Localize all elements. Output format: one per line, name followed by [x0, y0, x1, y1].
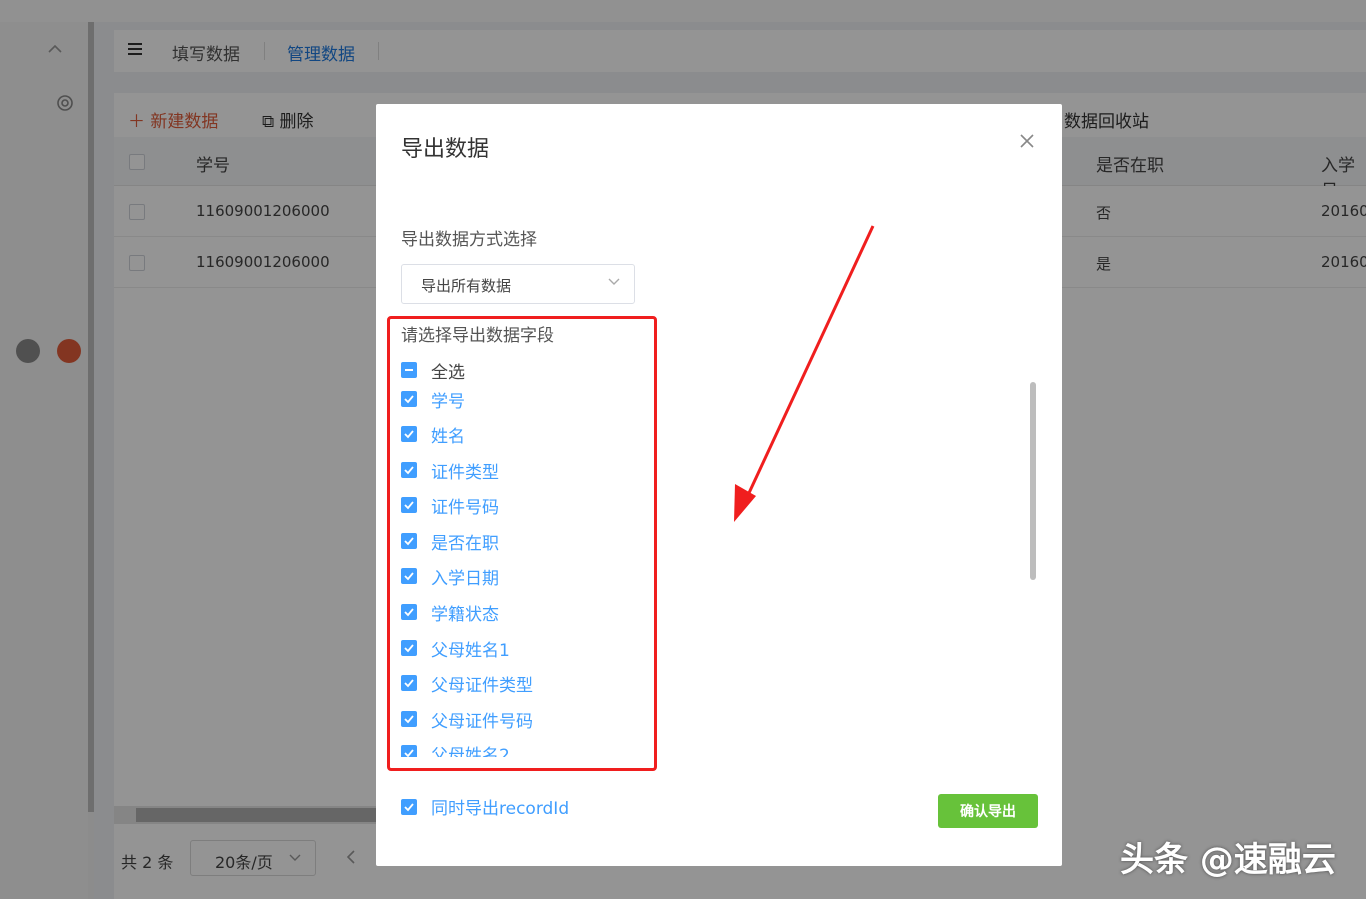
confirm-export-button[interactable]: 确认导出 [938, 794, 1038, 828]
annotation-arrow-icon [734, 225, 875, 522]
export-method-select[interactable]: 导出所有数据 [401, 264, 635, 304]
record-id-label: 同时导出recordId [431, 799, 570, 819]
export-method-value: 导出所有数据 [421, 277, 512, 295]
chevron-down-icon [608, 278, 620, 285]
close-icon[interactable] [1018, 132, 1036, 150]
watermark: 头条 @速融云 [1120, 840, 1336, 880]
record-id-option[interactable]: 同时导出recordId [401, 794, 569, 819]
export-method-label: 导出数据方式选择 [401, 230, 537, 250]
record-id-checkbox[interactable] [401, 798, 417, 815]
fields-scrollbar[interactable] [1030, 382, 1036, 580]
highlight-frame [387, 316, 657, 771]
dialog-title: 导出数据 [401, 137, 490, 162]
